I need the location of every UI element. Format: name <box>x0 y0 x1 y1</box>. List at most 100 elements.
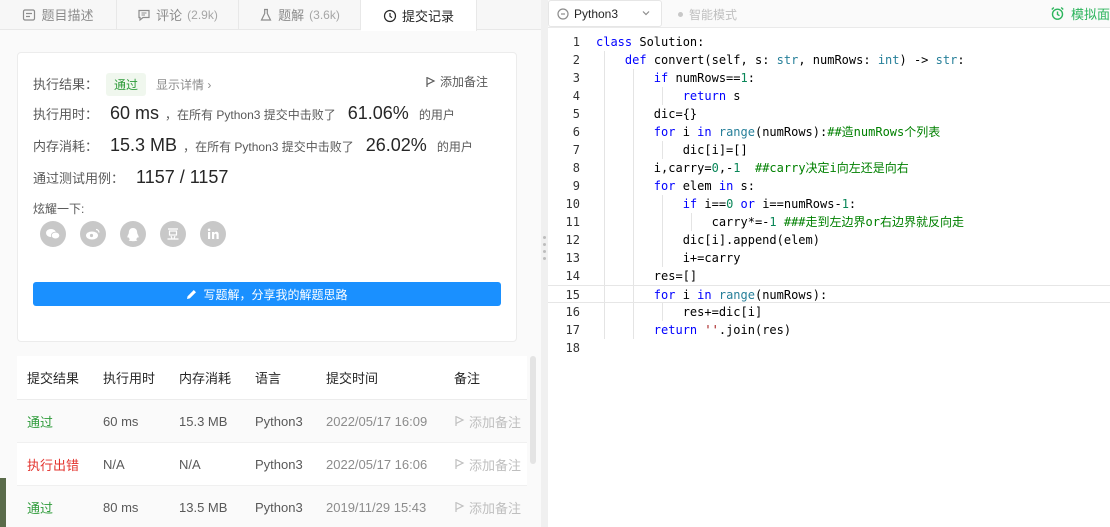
mock-interview-button[interactable]: 模拟面试 <box>1050 4 1110 23</box>
qq-icon[interactable] <box>120 221 146 247</box>
douban-icon[interactable] <box>160 221 186 247</box>
code-line: 18 <box>565 341 580 355</box>
language-value: Python3 <box>574 6 619 21</box>
row-add-note-button[interactable]: 添加备注 <box>454 498 521 517</box>
testcases-value: 1157 / 1157 <box>136 167 229 187</box>
exec-result-label: 执行结果： <box>33 77 99 92</box>
runtime-label: 执行用时： <box>33 107 99 122</box>
tab-submissions[interactable]: 提交记录 <box>361 0 477 31</box>
row-memory: N/A <box>179 456 201 472</box>
row-memory: 13.5 MB <box>179 499 228 515</box>
exec-result-row: 执行结果： 通过 显示详情 › <box>33 73 211 96</box>
row-status[interactable]: 通过 <box>27 498 53 517</box>
code-line: 1 class Solution: <box>572 35 705 49</box>
linkedin-icon[interactable] <box>200 221 226 247</box>
row-note-label: 添加备注 <box>469 500 522 516</box>
memory-text: ，在所有 Python3 提交中击败了 <box>183 140 354 154</box>
add-note-button[interactable]: 添加备注 <box>425 73 488 90</box>
row-language: Python3 <box>255 413 303 429</box>
runtime-row: 执行用时： 60 ms ，在所有 Python3 提交中击败了 61.06% 的… <box>33 103 455 124</box>
header-note: 备注 <box>454 371 481 386</box>
tab-label: 评论 <box>156 8 183 23</box>
code-editor[interactable]: 1 class Solution: 2 def convert(self, s: … <box>548 33 1110 527</box>
table-scrollbar[interactable] <box>530 356 536 464</box>
row-add-note-button[interactable]: 添加备注 <box>454 455 521 474</box>
table-row[interactable]: 执行出错 N/A N/A Python3 2022/05/17 16:06 添加… <box>17 443 527 486</box>
code-line: 14 res=[] <box>565 269 698 283</box>
code-line: 8 i,carry=0,-1 ##carry决定i向左还是向右 <box>572 161 909 175</box>
header-memory: 内存消耗 <box>179 371 232 386</box>
flask-icon <box>260 8 272 21</box>
row-runtime: 60 ms <box>103 413 139 429</box>
write-solution-button[interactable]: 写题解，分享我的解题思路 <box>33 282 501 306</box>
left-panel: 题目描述 评论 (2.9k) 题解 (3.6k) 提交记录 执行结果： 通过 显… <box>0 0 541 527</box>
smart-mode-label: 智能模式 <box>689 8 738 22</box>
smart-mode-toggle[interactable]: 智能模式 <box>678 6 737 23</box>
drag-grip-icon <box>543 236 546 260</box>
language-select[interactable]: Python3 <box>548 0 662 27</box>
comment-icon <box>138 9 150 21</box>
table-header: 提交结果 执行用时 内存消耗 语言 提交时间 备注 <box>17 356 527 400</box>
tab-solutions[interactable]: 题解 (3.6k) <box>239 0 361 29</box>
code-text: for elem in s: <box>653 179 755 193</box>
pencil-icon <box>187 289 197 299</box>
code-text: return s <box>682 89 741 103</box>
status-dot-icon <box>678 12 683 17</box>
code-text: i,carry=0,-1 ##carry决定i向左还是向右 <box>596 161 909 175</box>
testcases-row: 通过测试用例： 1157 / 1157 <box>33 167 234 188</box>
runtime-percent: 61.06% <box>347 103 409 123</box>
code-line-current: 15 for i in range(numRows): <box>548 285 1110 303</box>
row-language: Python3 <box>255 456 303 472</box>
code-text: dic[i]=[] <box>596 143 748 157</box>
submission-result-card: 执行结果： 通过 显示详情 › 添加备注 执行用时： 60 ms ，在所有 Py… <box>17 52 517 342</box>
code-line: 11 carry*=-1 ###走到左边界or右边界就反向走 <box>565 215 964 229</box>
header-time: 提交时间 <box>326 371 379 386</box>
tab-comments[interactable]: 评论 (2.9k) <box>117 0 239 29</box>
row-note-label: 添加备注 <box>469 414 522 430</box>
code-text: dic={} <box>596 107 698 121</box>
code-line: 6 for i in range(numRows):##造numRows个列表 <box>572 125 941 139</box>
code-text: res=[] <box>596 269 698 283</box>
tab-label: 题目描述 <box>41 8 94 23</box>
row-runtime: 80 ms <box>103 499 139 515</box>
python-icon <box>557 7 569 20</box>
flag-icon <box>455 415 465 426</box>
table-row[interactable]: 通过 80 ms 13.5 MB Python3 2019/11/29 15:4… <box>17 486 527 527</box>
alarm-clock-icon <box>1051 7 1064 20</box>
clock-icon <box>383 9 397 22</box>
testcases-label: 通过测试用例： <box>33 171 125 186</box>
memory-row: 内存消耗： 15.3 MB ，在所有 Python3 提交中击败了 26.02%… <box>33 135 473 156</box>
flag-icon <box>455 501 465 512</box>
row-status[interactable]: 执行出错 <box>27 455 79 474</box>
code-line: 3 if numRows==1: <box>572 71 755 85</box>
panel-resize-handle[interactable] <box>541 0 548 527</box>
wechat-icon[interactable] <box>40 221 66 247</box>
share-icons <box>40 221 226 247</box>
add-note-label: 添加备注 <box>439 75 488 89</box>
code-line: 16 res+=dic[i] <box>565 305 763 319</box>
show-details-text: 显示详情 <box>156 78 205 92</box>
row-status[interactable]: 通过 <box>27 412 53 431</box>
row-language: Python3 <box>255 499 303 515</box>
code-text: def convert(self, s: str, numRows: int) … <box>624 53 965 67</box>
memory-value: 15.3 MB <box>110 135 178 155</box>
code-text: dic[i].append(elem) <box>596 233 820 247</box>
row-add-note-button[interactable]: 添加备注 <box>454 412 521 431</box>
show-details-link[interactable]: 显示详情 › <box>156 76 211 93</box>
flag-icon <box>426 76 436 87</box>
code-line: 7 dic[i]=[] <box>572 143 748 157</box>
tab-count: (2.9k) <box>187 7 218 22</box>
code-line: 13 i+=carry <box>565 251 741 265</box>
code-line: 12 dic[i].append(elem) <box>565 233 820 247</box>
editor-toolbar: Python3 智能模式 模拟面试 <box>548 0 1110 28</box>
code-text: return ''.join(res) <box>653 323 792 337</box>
table-row[interactable]: 通过 60 ms 15.3 MB Python3 2022/05/17 16:0… <box>17 400 527 443</box>
chevron-right-icon: › <box>207 78 212 92</box>
weibo-icon[interactable] <box>80 221 106 247</box>
write-solution-label: 写题解，分享我的解题思路 <box>203 287 348 302</box>
code-line: 17 return ''.join(res) <box>565 323 792 337</box>
code-line: 5 dic={} <box>572 107 698 121</box>
runtime-value: 60 ms <box>110 103 160 123</box>
tab-description[interactable]: 题目描述 <box>0 0 117 29</box>
description-icon <box>23 8 36 21</box>
